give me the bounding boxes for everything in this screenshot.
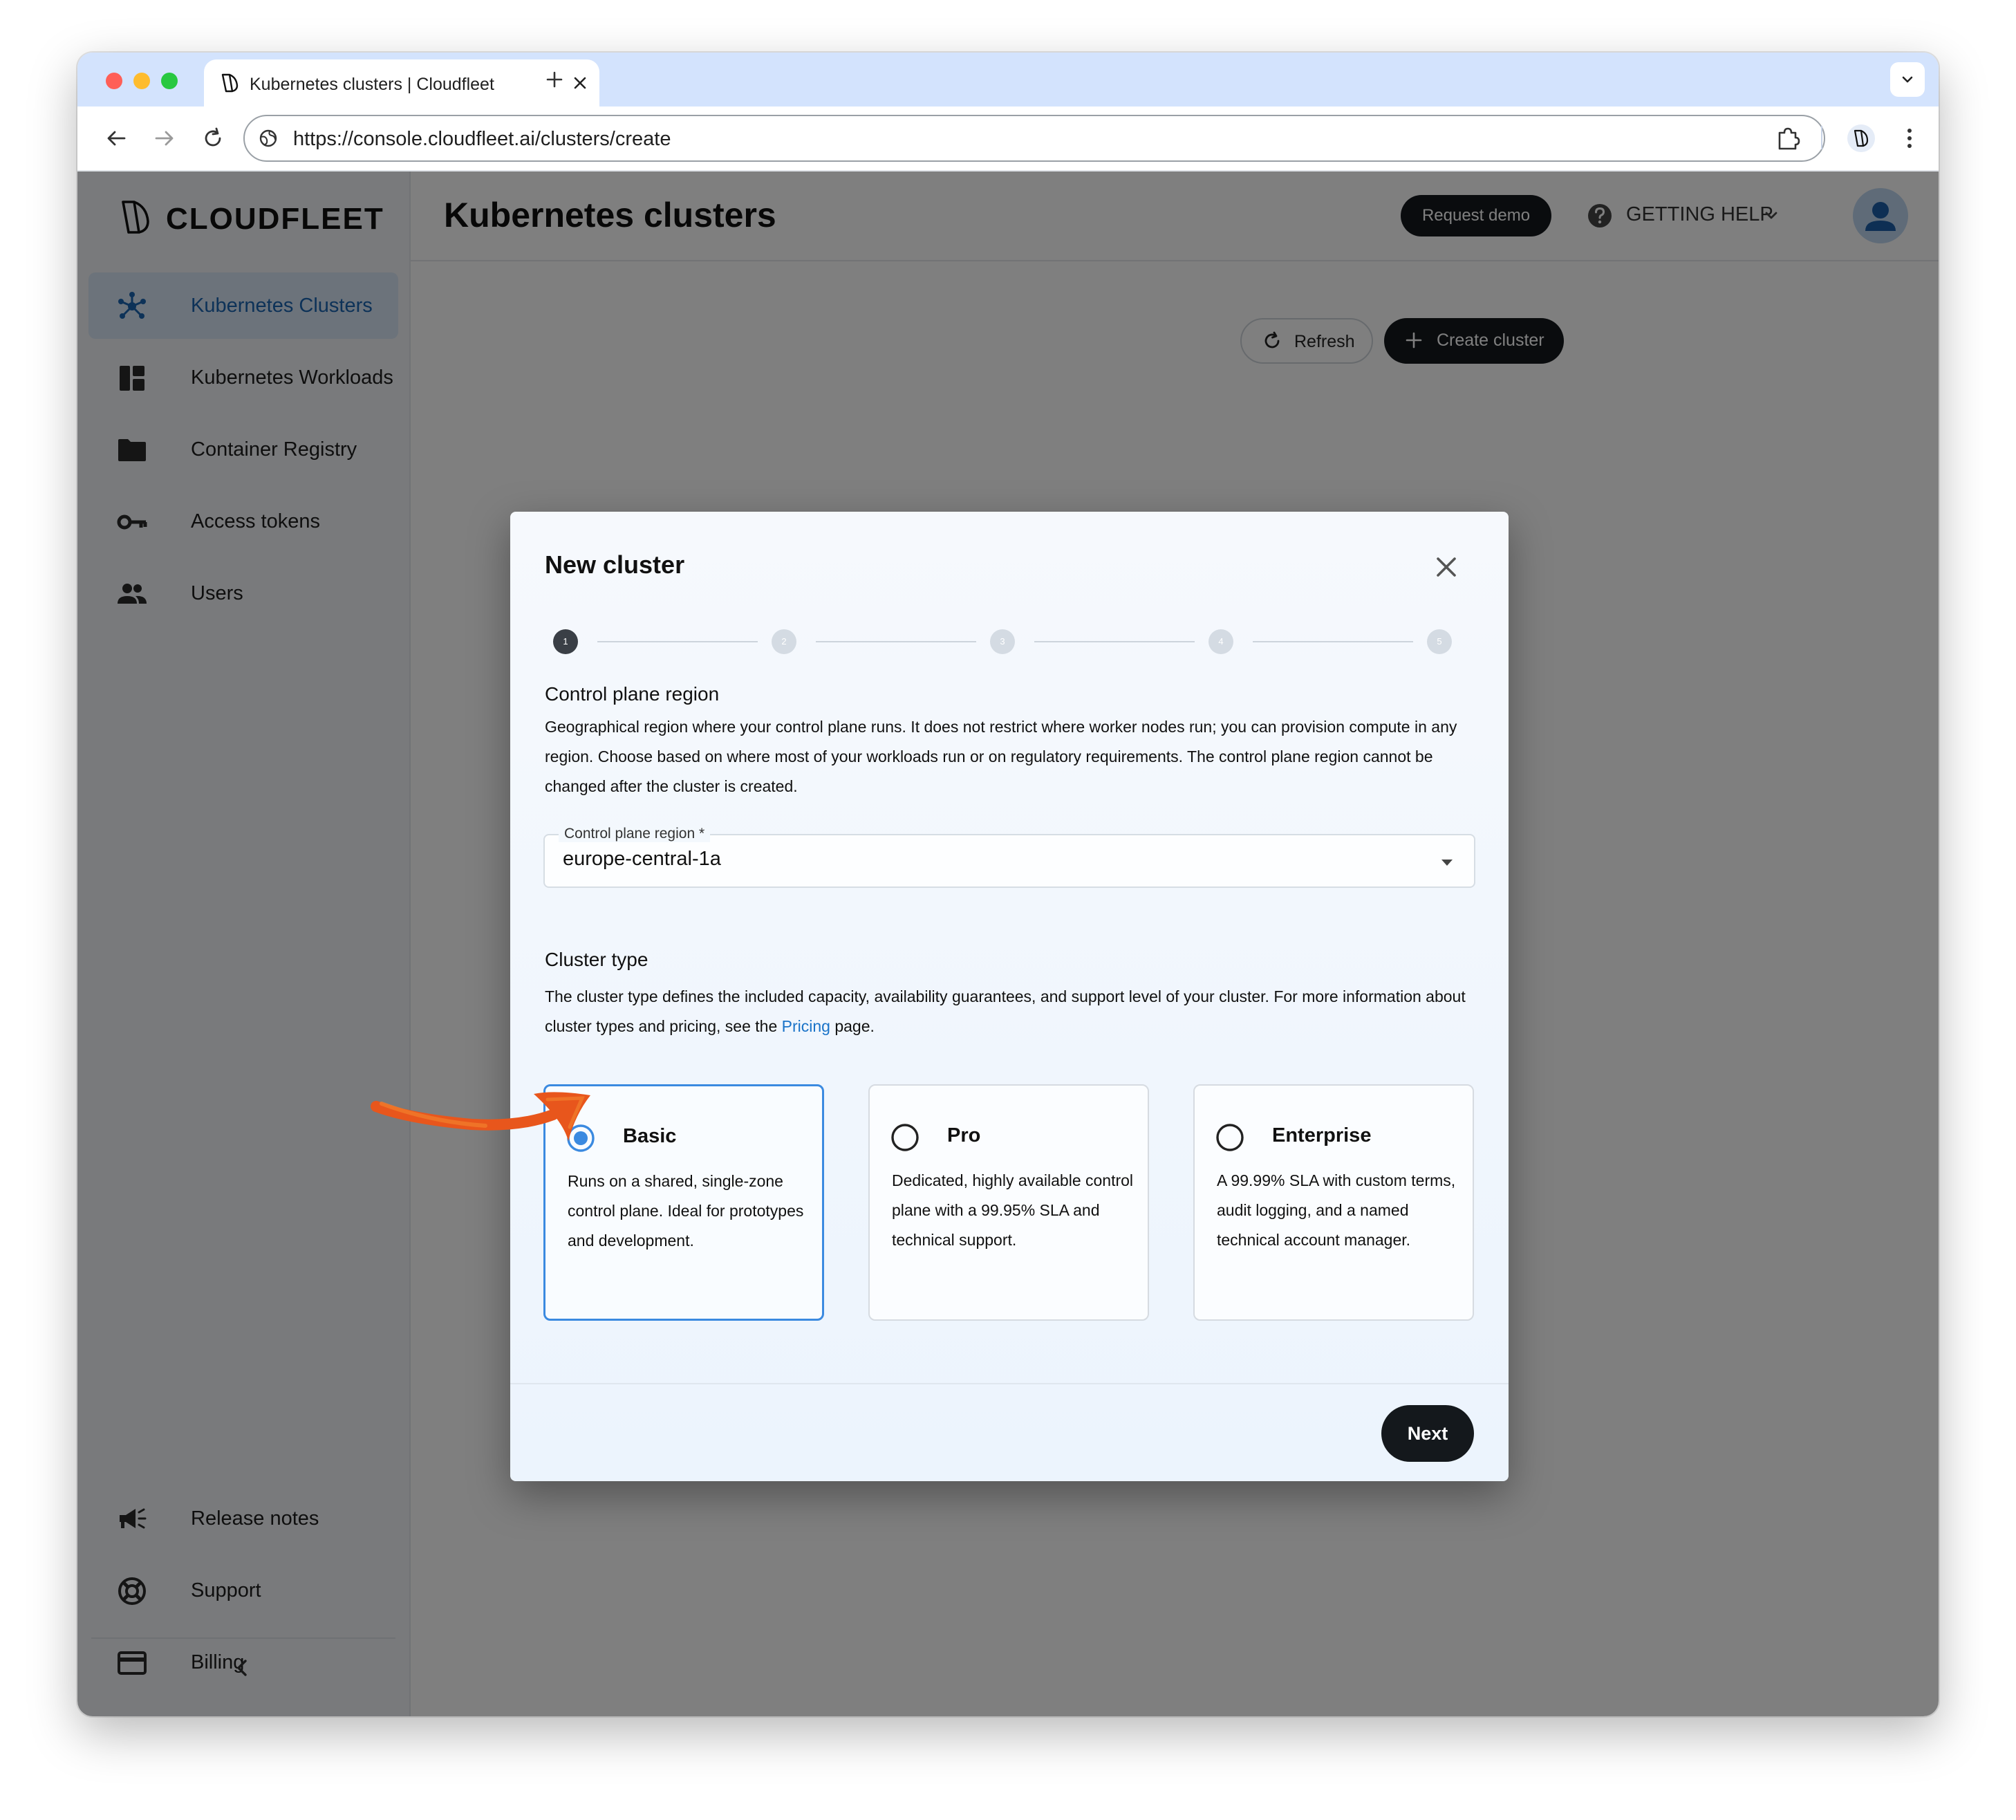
pricing-link[interactable]: Pricing xyxy=(782,1017,830,1035)
step-1: 1 xyxy=(553,629,578,654)
region-section-title: Control plane region xyxy=(545,683,720,705)
back-arrow-icon[interactable] xyxy=(102,124,130,152)
radio-unselected-icon[interactable] xyxy=(890,1123,920,1152)
card-description: Runs on a shared, single-zone control pl… xyxy=(568,1172,804,1250)
cluster-type-pro-card[interactable]: Pro Dedicated, highly available control … xyxy=(868,1084,1149,1321)
forward-arrow-icon[interactable] xyxy=(151,124,178,152)
dialog-footer-divider xyxy=(510,1383,1509,1384)
tab-search-button[interactable] xyxy=(1890,62,1925,97)
app: CLOUDFLEET Kubernetes Clusters xyxy=(77,171,1939,1716)
card-description: Dedicated, highly available control plan… xyxy=(892,1171,1134,1249)
tab-strip: Kubernetes clusters | Cloudfleet xyxy=(77,53,1939,106)
extensions-puzzle-icon[interactable] xyxy=(1773,123,1803,154)
cluster-type-description: The cluster type defines the included ca… xyxy=(545,987,1466,1035)
next-button[interactable]: Next xyxy=(1381,1405,1474,1462)
annotation-arrow-icon xyxy=(371,1092,590,1141)
address-bar[interactable]: https://console.cloudfleet.ai/clusters/c… xyxy=(243,115,1825,162)
minimize-window-button[interactable] xyxy=(133,73,150,89)
card-title: Basic xyxy=(623,1125,677,1147)
dialog-title: New cluster xyxy=(545,550,685,579)
dropdown-caret-icon xyxy=(1441,860,1453,866)
step-2: 2 xyxy=(772,629,796,654)
cluster-type-enterprise-card[interactable]: Enterprise A 99.99% SLA with custom term… xyxy=(1193,1084,1474,1321)
maximize-window-button[interactable] xyxy=(161,73,178,89)
reload-icon[interactable] xyxy=(199,124,227,152)
stepper: 1 2 3 4 5 xyxy=(553,629,1452,657)
region-description: Geographical region where your control p… xyxy=(545,718,1457,795)
select-label: Control plane region * xyxy=(559,826,711,842)
cloudfleet-favicon-icon xyxy=(221,73,239,93)
card-title: Enterprise xyxy=(1272,1124,1372,1146)
step-5: 5 xyxy=(1427,629,1452,654)
close-window-button[interactable] xyxy=(106,73,122,89)
card-title: Pro xyxy=(947,1124,981,1146)
new-cluster-dialog: New cluster 1 2 3 4 5 Control plane regi… xyxy=(510,512,1509,1481)
tab-title: Kubernetes clusters | Cloudfleet xyxy=(250,75,494,94)
url-text: https://console.cloudfleet.ai/clusters/c… xyxy=(293,128,671,150)
site-info-icon[interactable] xyxy=(256,126,281,151)
card-description: A 99.99% SLA with custom terms, audit lo… xyxy=(1217,1171,1456,1249)
tab-close-icon[interactable] xyxy=(568,71,592,95)
chevron-down-icon xyxy=(1902,76,1913,83)
browser-tab[interactable]: Kubernetes clusters | Cloudfleet xyxy=(204,59,599,106)
close-icon[interactable] xyxy=(1430,550,1463,584)
step-4: 4 xyxy=(1208,629,1233,654)
browser-window: Kubernetes clusters | Cloudfleet https:/… xyxy=(77,53,1939,1716)
cloudfleet-extension-icon[interactable] xyxy=(1846,123,1876,154)
more-vertical-icon[interactable] xyxy=(1894,123,1925,154)
select-value: europe-central-1a xyxy=(563,848,721,870)
cluster-type-section-title: Cluster type xyxy=(545,949,648,970)
step-3: 3 xyxy=(990,629,1015,654)
new-tab-icon[interactable] xyxy=(542,67,567,92)
radio-unselected-icon[interactable] xyxy=(1215,1123,1244,1152)
control-plane-region-select[interactable]: Control plane region * europe-central-1a xyxy=(543,826,1475,888)
